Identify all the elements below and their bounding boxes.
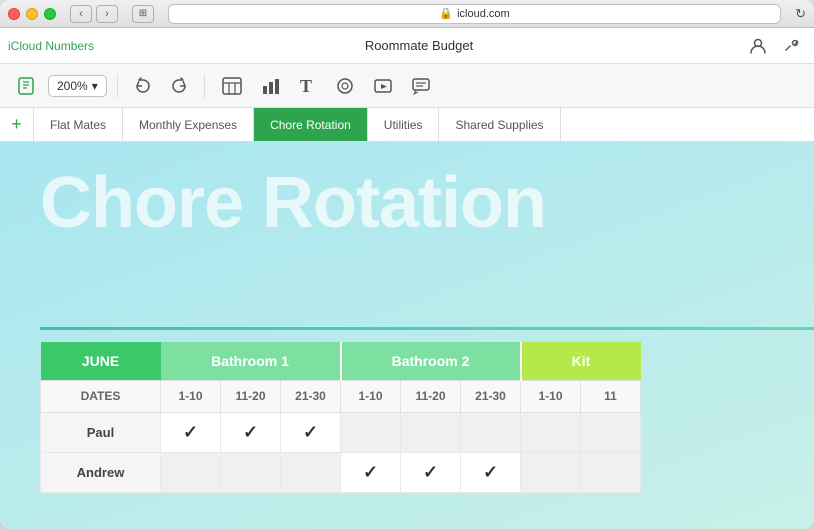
table-header-row-2: DATES 1-10 11-20 21-30 1-10 11-20 21-30 … [41, 380, 641, 412]
header-bathroom2: Bathroom 2 [341, 342, 521, 380]
andrew-b1-2130 [281, 452, 341, 492]
tab-flat-mates[interactable]: Flat Mates [34, 108, 123, 141]
range-b2-2130: 21-30 [461, 380, 521, 412]
app-bar: iCloud Numbers Roommate Budget [0, 28, 814, 64]
sheet-background: Chore Rotation [0, 142, 814, 529]
range-b1-110: 1-10 [161, 380, 221, 412]
media-icon [373, 76, 393, 96]
redo-icon [170, 77, 188, 95]
range-kit-11: 11 [581, 380, 641, 412]
header-kitchen: Kit [521, 342, 641, 380]
settings-button[interactable] [778, 32, 806, 60]
andrew-b2-110: ✓ [341, 452, 401, 492]
range-b2-110: 1-10 [341, 380, 401, 412]
app-name: iCloud Numbers [8, 39, 94, 53]
paul-b1-1120: ✓ [221, 412, 281, 452]
paul-label: Paul [41, 412, 161, 452]
tab-monthly-expenses[interactable]: Monthly Expenses [123, 108, 254, 141]
zoom-value: 200% [57, 79, 88, 93]
table-row-paul: Paul ✓ ✓ ✓ [41, 412, 641, 452]
person-icon [749, 37, 767, 55]
media-button[interactable] [367, 72, 399, 100]
document-title: Roommate Budget [94, 38, 744, 53]
forward-button[interactable]: › [96, 5, 118, 23]
paul-b2-110 [341, 412, 401, 452]
table-button[interactable] [215, 72, 249, 100]
url-text: icloud.com [457, 8, 510, 20]
tab-shared-supplies[interactable]: Shared Supplies [439, 108, 560, 141]
toolbar: 200% ▾ [0, 64, 814, 108]
andrew-b2-1120: ✓ [401, 452, 461, 492]
wrench-icon [783, 37, 801, 55]
zoom-chevron: ▾ [92, 79, 98, 93]
shape-icon [335, 76, 355, 96]
chore-table: JUNE Bathroom 1 Bathroom 2 Kit DATES 1-1… [40, 342, 641, 493]
title-divider [40, 327, 814, 330]
text-icon: T [299, 76, 317, 96]
paul-b2-1120 [401, 412, 461, 452]
svg-text:T: T [300, 76, 312, 96]
chart-icon [261, 76, 281, 96]
minimize-button[interactable] [26, 8, 38, 20]
text-button[interactable]: T [293, 72, 323, 100]
lock-icon: 🔒 [439, 7, 453, 20]
andrew-b1-110 [161, 452, 221, 492]
tabs-bar: + Flat Mates Monthly Expenses Chore Rota… [0, 108, 814, 142]
undo-button[interactable] [128, 73, 158, 99]
sheet-icon [16, 76, 36, 96]
table-header-row-1: JUNE Bathroom 1 Bathroom 2 Kit [41, 342, 641, 380]
layout-button[interactable]: ⊞ [132, 5, 154, 23]
range-b2-1120: 11-20 [401, 380, 461, 412]
andrew-label: Andrew [41, 452, 161, 492]
user-icon-button[interactable] [744, 32, 772, 60]
header-june: JUNE [41, 342, 161, 380]
andrew-kit-11 [581, 452, 641, 492]
range-kit-110: 1-10 [521, 380, 581, 412]
toolbar-divider-2 [204, 74, 205, 98]
paul-b2-2130 [461, 412, 521, 452]
app-brand: iCloud Numbers [8, 39, 94, 53]
tab-utilities[interactable]: Utilities [368, 108, 440, 141]
close-button[interactable] [8, 8, 20, 20]
maximize-button[interactable] [44, 8, 56, 20]
andrew-b2-2130: ✓ [461, 452, 521, 492]
sheet-title: Chore Rotation [40, 162, 546, 244]
table-icon [221, 76, 243, 96]
range-b1-2130: 21-30 [281, 380, 341, 412]
url-bar[interactable]: 🔒 icloud.com [168, 4, 781, 24]
redo-button[interactable] [164, 73, 194, 99]
shape-button[interactable] [329, 72, 361, 100]
range-b1-1120: 11-20 [221, 380, 281, 412]
app-window: ‹ › ⊞ 🔒 icloud.com ↻ iCloud Numbers Room… [0, 0, 814, 529]
comment-icon [411, 76, 431, 96]
undo-icon [134, 77, 152, 95]
zoom-selector[interactable]: 200% ▾ [48, 75, 107, 97]
dates-label: DATES [41, 380, 161, 412]
paul-b1-110: ✓ [161, 412, 221, 452]
chart-button[interactable] [255, 72, 287, 100]
table-container: JUNE Bathroom 1 Bathroom 2 Kit DATES 1-1… [40, 342, 814, 529]
sheet-content: Chore Rotation [0, 142, 814, 529]
paul-kit-11 [581, 412, 641, 452]
andrew-kit-110 [521, 452, 581, 492]
andrew-b1-1120 [221, 452, 281, 492]
table-row-andrew: Andrew ✓ ✓ ✓ [41, 452, 641, 492]
paul-b1-2130: ✓ [281, 412, 341, 452]
new-sheet-button[interactable] [10, 72, 42, 100]
add-sheet-button[interactable]: + [0, 108, 34, 141]
toolbar-divider-1 [117, 74, 118, 98]
title-bar: ‹ › ⊞ 🔒 icloud.com ↻ [0, 0, 814, 28]
reload-button[interactable]: ↻ [795, 6, 806, 22]
header-bathroom1: Bathroom 1 [161, 342, 341, 380]
comment-button[interactable] [405, 72, 437, 100]
back-button[interactable]: ‹ [70, 5, 92, 23]
paul-kit-110 [521, 412, 581, 452]
tab-chore-rotation[interactable]: Chore Rotation [254, 108, 368, 141]
